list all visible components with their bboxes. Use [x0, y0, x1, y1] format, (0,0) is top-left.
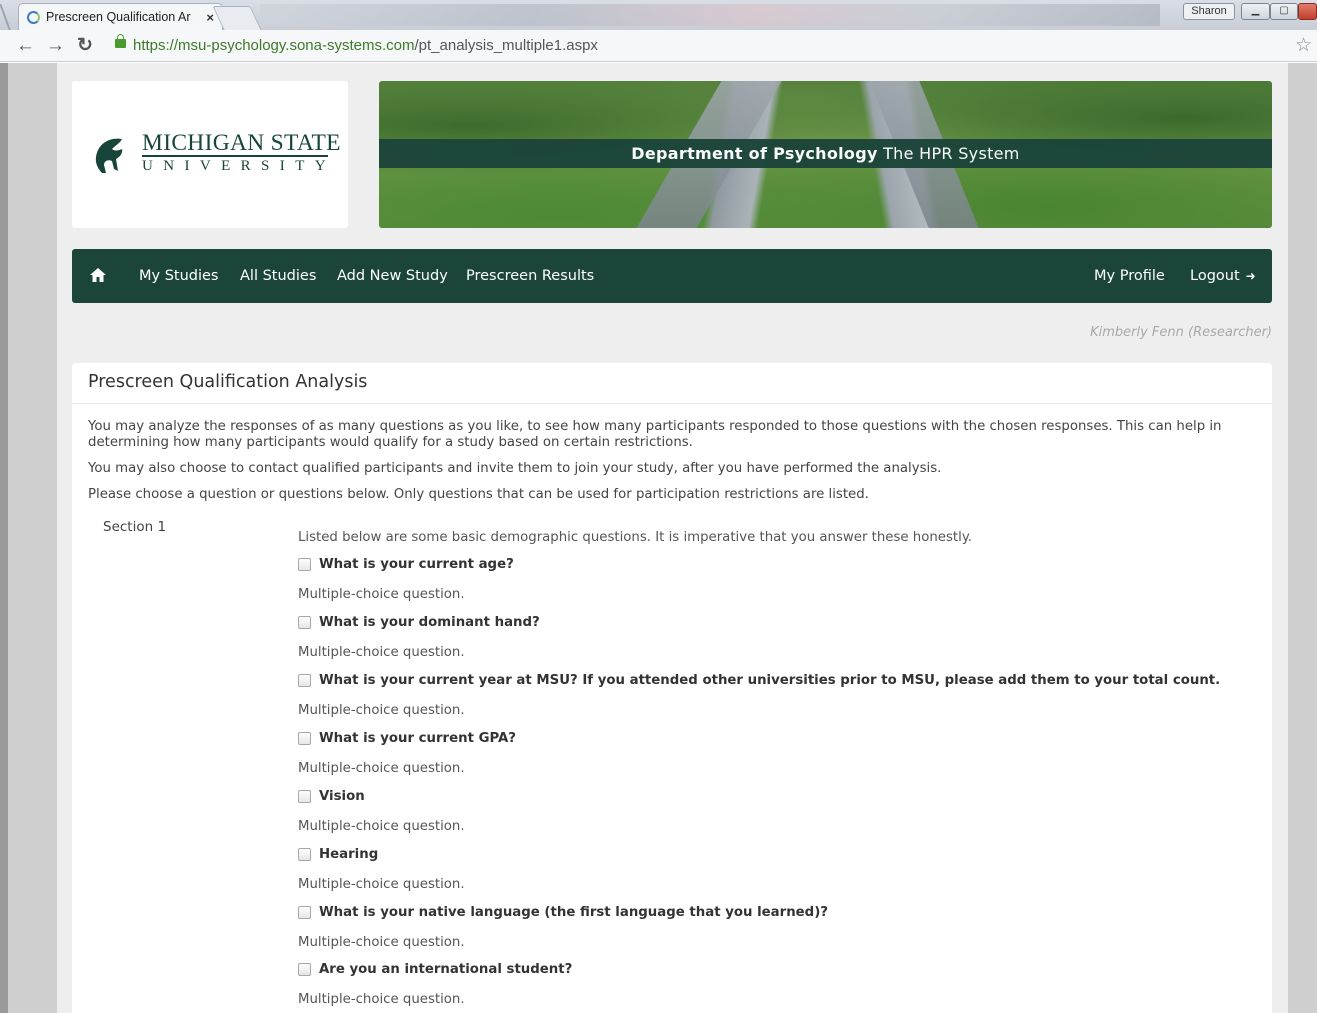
question-type: Multiple-choice question. [298, 935, 465, 950]
back-arrow-icon[interactable]: ← [16, 35, 35, 57]
question-checkbox[interactable] [298, 731, 311, 745]
section-label: Section 1 [103, 519, 167, 535]
nav-all-studies[interactable]: All Studies [240, 249, 316, 303]
question-type: Multiple-choice question. [298, 645, 465, 660]
site-favicon-icon [27, 10, 40, 24]
question-checkbox[interactable] [298, 905, 311, 919]
question-label[interactable]: What is your current age? [319, 557, 514, 572]
main-navbar: My Studies All Studies Add New Study Pre… [72, 249, 1272, 303]
nav-my-profile[interactable]: My Profile [1094, 249, 1165, 303]
browser-tab[interactable]: Prescreen Qualification Ar × [18, 3, 223, 30]
question-label[interactable]: What is your current GPA? [319, 731, 516, 746]
page-left-edge [0, 63, 8, 1013]
url-field[interactable]: https://msu-psychology.sona-systems.com/… [133, 37, 598, 54]
bookmark-star-icon[interactable]: ☆ [1295, 34, 1312, 57]
question-row: Vision [298, 787, 365, 805]
page-title: Prescreen Qualification Analysis [88, 372, 368, 392]
question-checkbox[interactable] [298, 615, 311, 629]
question-type: Multiple-choice question. [298, 587, 465, 602]
question-type: Multiple-choice question. [298, 992, 465, 1007]
question-label[interactable]: Vision [319, 789, 365, 804]
contact-paragraph: You may also choose to contact qualified… [88, 461, 942, 476]
browser-tab-bar: Prescreen Qualification Ar × Sharon ▁ ▢ [0, 0, 1317, 30]
question-type: Multiple-choice question. [298, 761, 465, 776]
secure-lock-icon [115, 34, 126, 48]
tab-title: Prescreen Qualification Ar [46, 10, 191, 24]
spartan-helmet-icon [95, 138, 123, 173]
instructions-paragraph: Please choose a question or questions be… [88, 487, 869, 502]
question-row: Hearing [298, 845, 378, 863]
forward-arrow-icon[interactable]: → [46, 35, 65, 57]
url-path: /pt_analysis_multiple1.aspx [414, 37, 598, 54]
minimize-window-button[interactable]: ▁ [1241, 3, 1270, 20]
system-name: The HPR System [883, 144, 1020, 163]
question-label[interactable]: What is your dominant hand? [319, 615, 540, 630]
question-row: Are you an international student? [298, 960, 572, 978]
question-row: What is your current GPA? [298, 729, 516, 747]
question-row: What is your dominant hand? [298, 613, 540, 631]
logout-label: Logout [1190, 268, 1240, 284]
nav-my-studies[interactable]: My Studies [139, 249, 219, 303]
researcher-label: Kimberly Fenn (Researcher) [1090, 325, 1272, 340]
nav-logout[interactable]: Logout ➜ [1190, 249, 1256, 303]
question-row: What is your native language (the first … [298, 903, 828, 921]
blurred-background [260, 4, 1160, 26]
home-icon[interactable] [89, 266, 107, 284]
question-checkbox[interactable] [298, 789, 311, 803]
section-intro: Listed below are some basic demographic … [298, 530, 973, 545]
campus-banner-image: Department of Psychology The HPR System [379, 81, 1272, 228]
logout-icon: ➜ [1245, 269, 1256, 283]
question-label[interactable]: Hearing [319, 847, 378, 862]
maximize-window-button[interactable]: ▢ [1270, 3, 1298, 20]
university-subtitle: UNIVERSITY [142, 158, 336, 174]
question-label[interactable]: What is your current year at MSU? If you… [319, 673, 1220, 688]
question-row: What is your current age? [298, 555, 514, 573]
logo-rule [142, 155, 328, 157]
question-checkbox[interactable] [298, 962, 311, 976]
address-bar: ← → ↻ https://msu-psychology.sona-system… [0, 30, 1317, 62]
nav-add-new-study[interactable]: Add New Study [337, 249, 448, 303]
panel-heading: Prescreen Qualification Analysis [72, 363, 1272, 404]
question-label[interactable]: Are you an international student? [319, 962, 572, 977]
question-checkbox[interactable] [298, 673, 311, 687]
question-row: What is your current year at MSU? If you… [298, 671, 1220, 689]
university-name: MICHIGAN STATE [142, 130, 341, 156]
question-type: Multiple-choice question. [298, 877, 465, 892]
close-window-button[interactable] [1298, 3, 1317, 20]
nav-prescreen-results[interactable]: Prescreen Results [466, 249, 594, 303]
url-host: https://msu-psychology.sona-systems.com [133, 37, 415, 54]
intro-paragraph: You may analyze the responses of as many… [88, 419, 1222, 450]
question-type: Multiple-choice question. [298, 819, 465, 834]
question-checkbox[interactable] [298, 557, 311, 571]
tab-close-icon[interactable]: × [206, 10, 214, 25]
question-label[interactable]: What is your native language (the first … [319, 905, 828, 920]
question-type: Multiple-choice question. [298, 703, 465, 718]
reload-icon[interactable]: ↻ [77, 35, 93, 57]
department-name: Department of Psychology [631, 144, 878, 163]
banner-title: Department of Psychology The HPR System [379, 139, 1272, 168]
question-checkbox[interactable] [298, 847, 311, 861]
profile-button[interactable]: Sharon [1183, 3, 1235, 20]
